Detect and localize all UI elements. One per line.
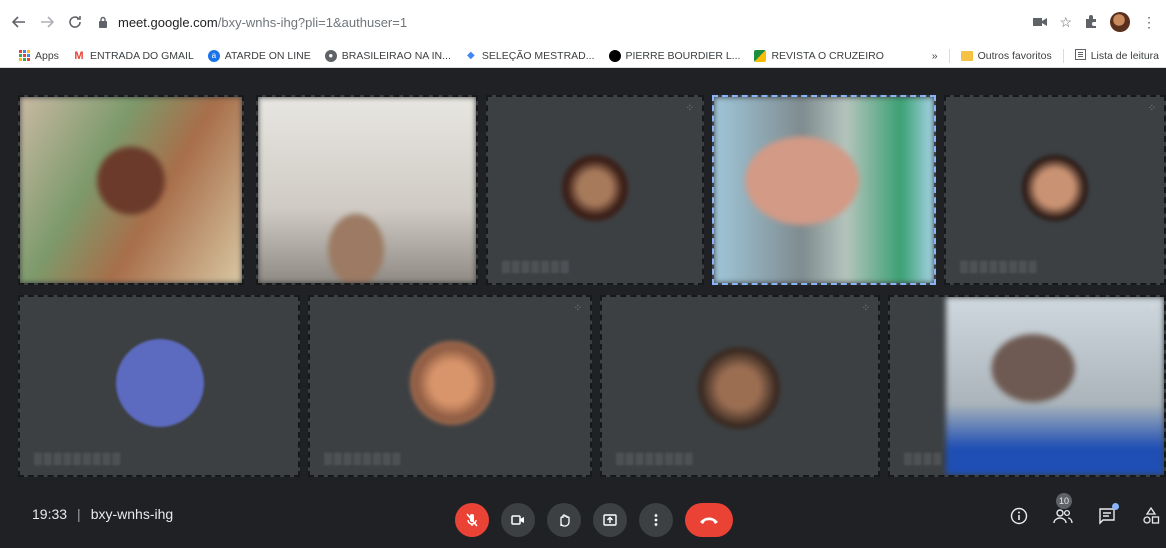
browser-toolbar: meet.google.com/bxy-wnhs-ihg?pli=1&authu…	[0, 0, 1166, 44]
meeting-time: 19:33	[32, 505, 68, 522]
participant-avatar	[1022, 155, 1088, 221]
url-host: meet.google.com	[118, 14, 218, 30]
present-icon	[603, 514, 617, 526]
participant-tile[interactable]	[256, 95, 478, 285]
bookmark-revista[interactable]: REVISTA O CRUZEIRO	[747, 44, 890, 67]
activities-button[interactable]	[1140, 505, 1162, 527]
participant-name: ▒▒▒▒	[904, 453, 944, 465]
meeting-side-controls: 10	[1008, 493, 1162, 527]
star-icon[interactable]: ☆	[1059, 14, 1072, 31]
bookmark-atarde[interactable]: a ATARDE ON LINE	[201, 44, 318, 67]
reload-button[interactable]	[64, 11, 86, 33]
participant-avatar	[410, 341, 494, 425]
bookmark-selecao[interactable]: ◆ SELEÇÃO MESTRAD...	[458, 44, 602, 67]
participant-video	[714, 97, 934, 283]
globe-icon: ●	[324, 49, 337, 62]
video-grid: ▒▒▒▒▒▒▒ ⁘ ▒▒▒▒▒▒▒▒ ⁘ ▒▒▒▒▒▒▒▒▒ ▒▒▒▒▒▒▒▒ …	[0, 69, 1166, 479]
participant-tile[interactable]: ▒▒▒▒▒▒▒▒ ⁘	[944, 95, 1166, 285]
camera-icon	[511, 515, 524, 525]
pin-icon[interactable]: ⁘	[574, 303, 582, 314]
pin-icon[interactable]: ⁘	[1148, 103, 1156, 114]
extensions-icon[interactable]	[1084, 14, 1098, 31]
lock-icon	[98, 16, 110, 28]
participant-tile[interactable]: ▒▒▒▒▒▒▒▒ ⁘	[308, 295, 592, 477]
bookmark-gmail[interactable]: M ENTRADA DO GMAIL	[66, 44, 201, 67]
participant-avatar	[116, 339, 204, 427]
info-icon	[1010, 507, 1028, 525]
forward-button[interactable]	[36, 11, 58, 33]
more-vert-icon	[654, 514, 658, 526]
bookmark-icon: ◆	[467, 50, 475, 61]
circle-icon	[608, 49, 621, 62]
participant-video	[20, 97, 242, 283]
participant-name: ▒▒▒▒▒▒▒▒	[960, 261, 1039, 273]
mic-off-button[interactable]	[455, 503, 489, 537]
participant-name: ▒▒▒▒▒▒▒▒	[324, 453, 403, 465]
other-favorites[interactable]: Outros favoritos	[954, 44, 1059, 67]
meeting-bottom-bar: 19:33 | bxy-wnhs-ihg 10	[0, 479, 1166, 548]
chat-notification-dot	[1112, 503, 1119, 510]
url-path: /bxy-wnhs-ihg?pli=1&authuser=1	[217, 14, 408, 30]
bookmark-brasileirao[interactable]: ● BRASILEIRAO NA IN...	[318, 44, 458, 67]
reading-list-icon	[1074, 48, 1086, 63]
reload-icon	[69, 16, 81, 28]
gmail-icon: M	[74, 49, 84, 62]
pin-icon[interactable]: ⁘	[862, 303, 870, 314]
more-vert-icon[interactable]: ⋮	[1142, 14, 1156, 31]
bookmark-pierre[interactable]: PIERRE BOURDIER L...	[602, 44, 748, 67]
arrow-right-icon	[41, 16, 54, 28]
participant-tile[interactable]: ▒▒▒▒▒▒▒ ⁘	[486, 95, 704, 285]
address-bar[interactable]: meet.google.com/bxy-wnhs-ihg?pli=1&authu…	[98, 8, 1033, 36]
people-button[interactable]: 10	[1052, 493, 1074, 527]
profile-avatar[interactable]	[1110, 12, 1130, 32]
apps-grid-icon	[18, 50, 30, 62]
phone-hangup-icon	[700, 517, 718, 524]
bookmark-apps[interactable]: Apps	[0, 44, 66, 67]
pin-icon[interactable]: ⁘	[686, 103, 694, 114]
bookmarks-overflow[interactable]: »	[914, 44, 945, 67]
meeting-details-button[interactable]	[1008, 505, 1030, 527]
divider	[1062, 48, 1064, 63]
participant-tile[interactable]: ▒▒▒▒▒▒▒▒▒	[18, 295, 300, 477]
participant-avatar	[698, 347, 780, 429]
camera-button[interactable]	[501, 503, 535, 537]
divider	[948, 48, 950, 63]
raise-hand-button[interactable]	[547, 503, 581, 537]
shapes-icon	[1143, 507, 1160, 524]
more-options-button[interactable]	[639, 503, 673, 537]
folder-icon	[960, 50, 973, 61]
participant-tile[interactable]: ▒▒▒▒▒▒▒▒ ⁘	[600, 295, 880, 477]
pin-icon[interactable]: ⁘	[1148, 303, 1156, 314]
participant-avatar	[562, 155, 628, 221]
participant-tile[interactable]: ▒▒▒▒ ⁘	[888, 295, 1166, 477]
bookmarks-bar: Apps M ENTRADA DO GMAIL a ATARDE ON LINE…	[0, 44, 1166, 68]
participant-name: ▒▒▒▒▒▒▒▒▒	[34, 453, 123, 465]
call-controls	[455, 503, 733, 537]
hand-icon	[560, 514, 570, 527]
meeting-info: 19:33 | bxy-wnhs-ihg	[32, 479, 173, 548]
back-button[interactable]	[8, 11, 30, 33]
participant-name: ▒▒▒▒▒▒▒	[502, 261, 571, 273]
meeting-code[interactable]: bxy-wnhs-ihg	[91, 506, 173, 522]
mic-off-icon	[466, 513, 478, 527]
meeting-info-divider: |	[77, 505, 81, 522]
atarde-icon: a	[207, 49, 220, 62]
camera-indicator-icon[interactable]	[1033, 14, 1048, 30]
participant-video	[946, 297, 1164, 475]
leave-call-button[interactable]	[685, 503, 733, 537]
arrow-left-icon	[12, 16, 25, 28]
participant-name: ▒▒▒▒▒▒▒▒	[616, 453, 695, 465]
reading-list[interactable]: Lista de leitura	[1068, 44, 1166, 67]
participant-tile[interactable]	[712, 95, 936, 285]
people-icon	[1053, 509, 1073, 524]
flag-icon	[754, 49, 767, 62]
chat-button[interactable]	[1096, 503, 1119, 527]
present-button[interactable]	[593, 503, 627, 537]
participants-count-badge: 10	[1056, 493, 1072, 509]
participant-tile[interactable]	[18, 95, 244, 285]
participant-video	[258, 97, 476, 283]
